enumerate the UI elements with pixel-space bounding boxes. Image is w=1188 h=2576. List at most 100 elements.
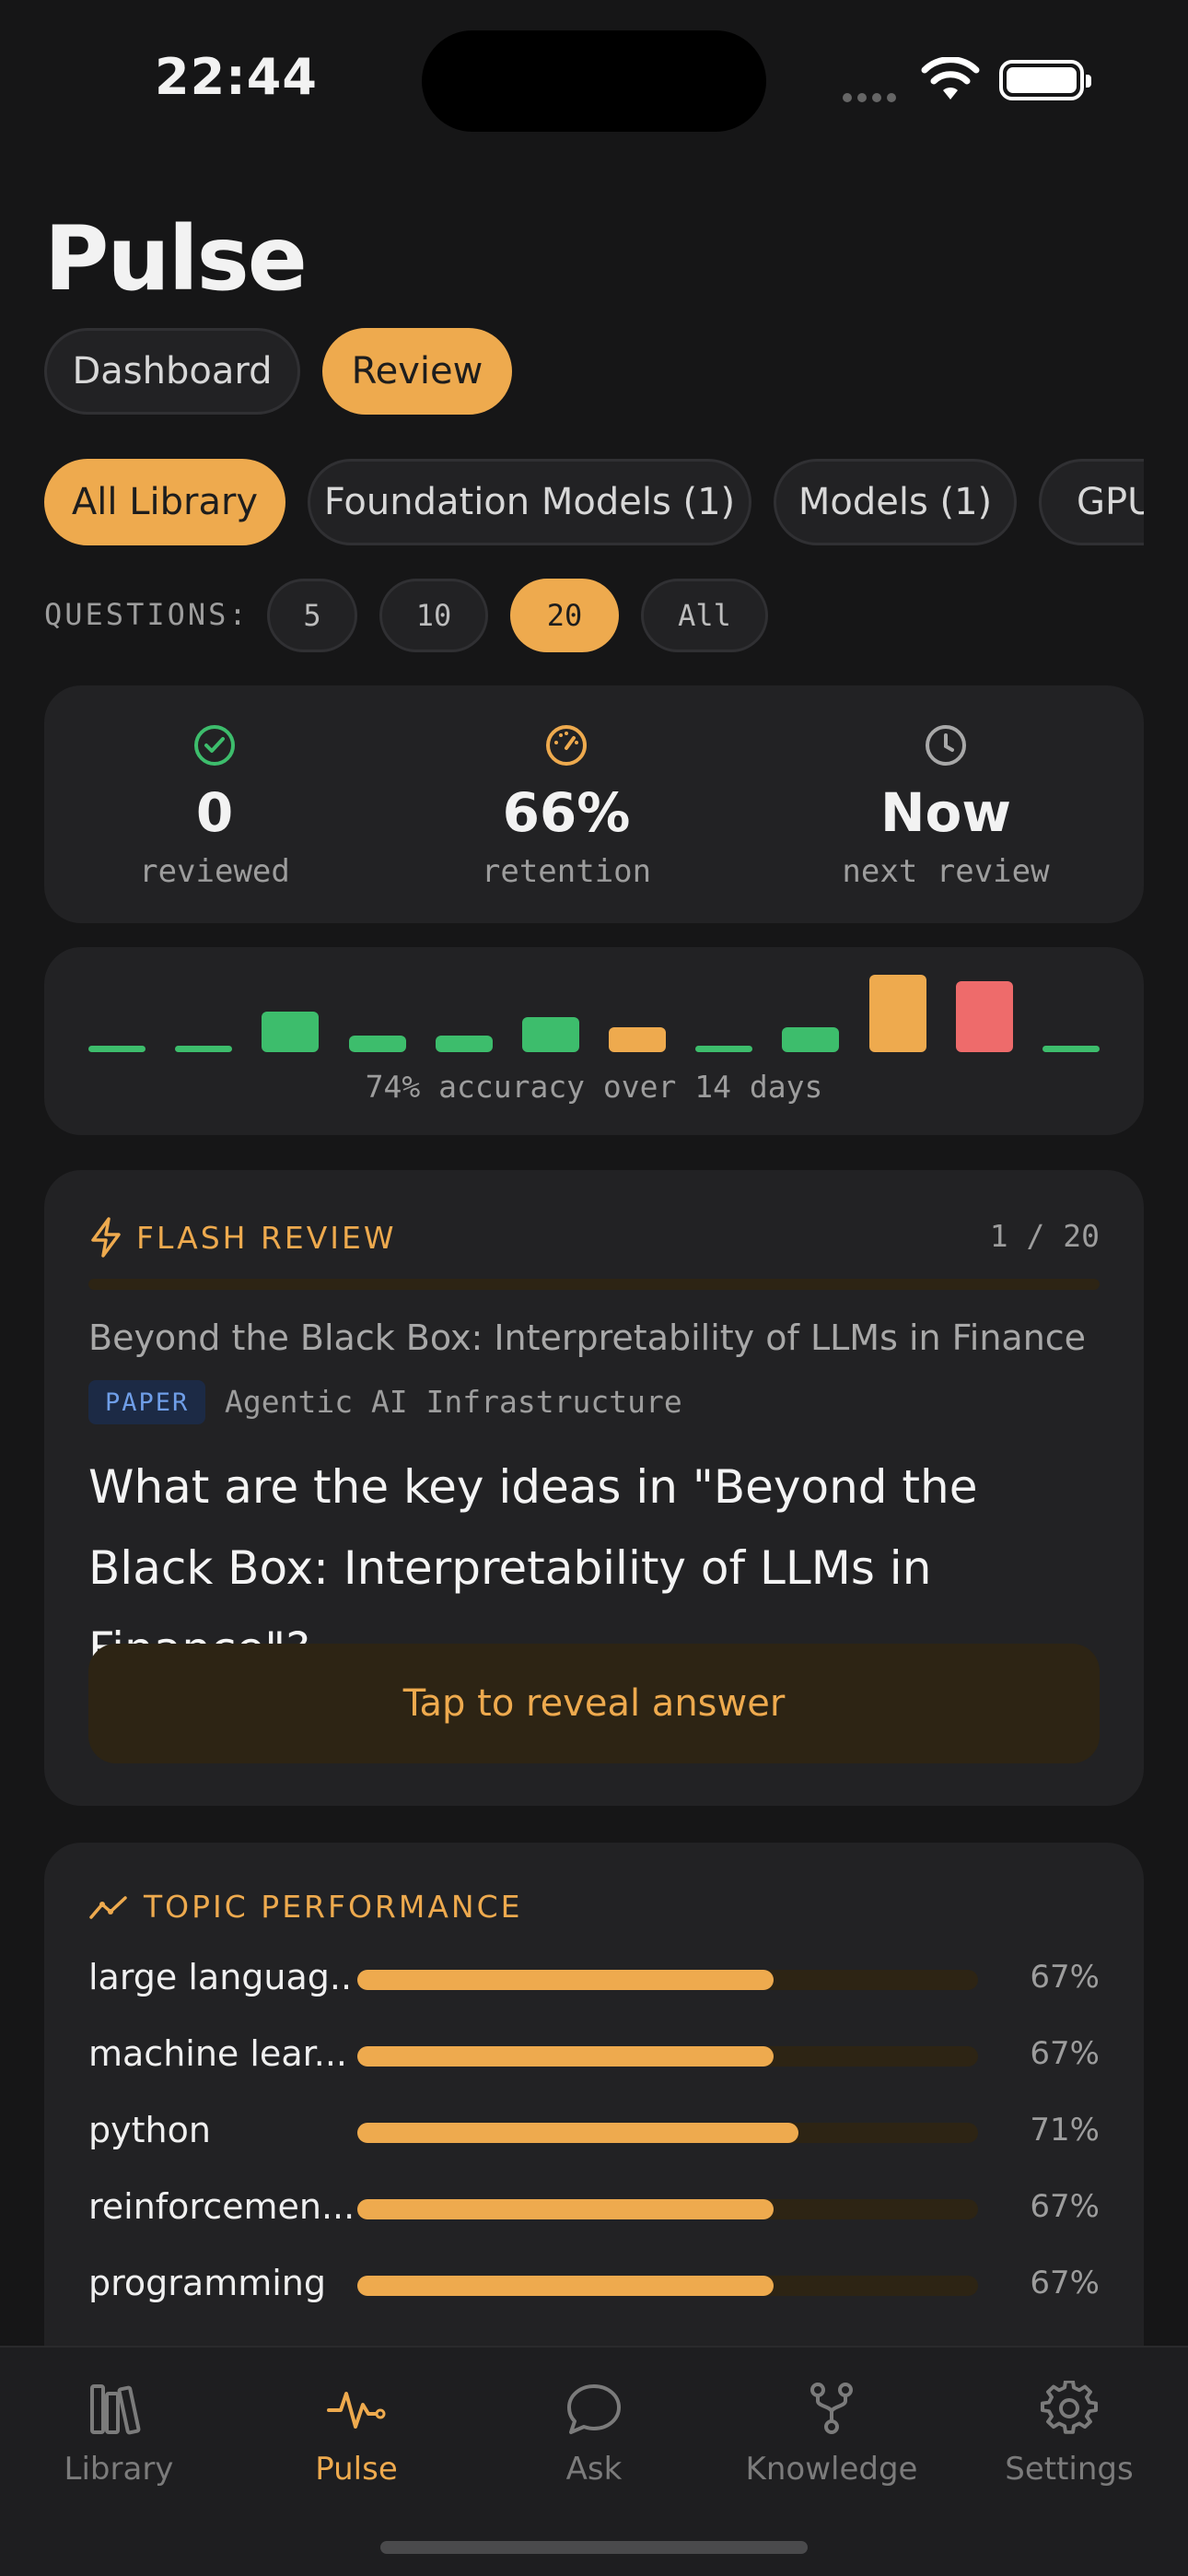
accuracy-bar [349,1036,406,1052]
tab-label: Settings [1005,2451,1134,2488]
review-progress-bar [88,1279,1100,1290]
branch-icon [713,2371,950,2445]
topic-row: python 71% [88,2104,1100,2160]
stat-retention: 66% retention [401,722,732,890]
tab-review[interactable]: Review [322,328,512,415]
accuracy-bar [869,975,926,1052]
topic-bar-fill [357,1970,774,1990]
chat-bubble-icon [475,2371,713,2445]
source-title: Beyond the Black Box: Interpretability o… [88,1317,1087,1358]
tab-settings[interactable]: Settings [950,2371,1188,2488]
flash-review-title: FLASH REVIEW [136,1219,397,1256]
page-title: Pulse [44,207,308,310]
topic-percent: 67% [1030,1959,1100,1996]
tab-dashboard[interactable]: Dashboard [44,328,300,415]
topic-bar-track [357,2123,978,2143]
topic-row: programming 67% [88,2257,1100,2313]
gear-icon [950,2371,1188,2445]
stats-card: 0 reviewed 66% retention Now next review [44,685,1144,923]
topic-percent: 67% [1030,2265,1100,2301]
accuracy-caption: 74% accuracy over 14 days [365,1069,823,1105]
gauge-icon [401,722,732,768]
stat-next-review: Now next review [780,722,1112,890]
filter-gpu[interactable]: GPU [1039,459,1144,545]
topic-name: machine lear... [88,2033,347,2074]
accuracy-bar [522,1017,579,1052]
library-icon [0,2371,238,2445]
review-counter: 1 / 20 [989,1218,1100,1254]
accuracy-bar [609,1027,666,1052]
topic-bar-fill [357,2123,798,2143]
topic-bar-fill [357,2199,774,2219]
topic-bar-track [357,2276,978,2296]
topic-name: large languag... [88,1957,355,1997]
status-bar: 22:44 [0,0,1188,157]
accuracy-bar [436,1036,493,1052]
status-time: 22:44 [155,48,318,106]
check-circle-icon [49,722,380,768]
flash-review-card: FLASH REVIEW 1 / 20 Beyond the Black Box… [44,1170,1144,1806]
accuracy-bar [88,1046,146,1052]
topic-performance-card: TOPIC PERFORMANCE large languag... 67% m… [44,1843,1144,2395]
topic-bar-fill [357,2276,774,2296]
topic-percent: 67% [1030,2188,1100,2225]
topic-percent: 67% [1030,2035,1100,2072]
home-indicator [380,2541,808,2554]
stat-value: Now [880,781,1011,844]
tab-library[interactable]: Library [0,2371,238,2488]
tab-label: Ask [565,2451,623,2488]
topic-bar-track [357,2199,978,2219]
tab-label: Pulse [315,2451,398,2488]
lightning-icon [91,1217,121,1258]
clock-icon [780,722,1112,768]
accuracy-bar [782,1027,839,1052]
stat-label: next review [842,853,1050,890]
stat-reviewed: 0 reviewed [49,722,380,890]
flash-review-header: FLASH REVIEW [88,1216,397,1259]
tab-ask[interactable]: Ask [475,2371,713,2488]
question-count-20[interactable]: 20 [510,579,619,652]
accuracy-bar [695,1046,752,1052]
filter-foundation-models[interactable]: Foundation Models (1) [308,459,751,545]
source-type-badge: PAPER [88,1380,206,1424]
reveal-answer-button[interactable]: Tap to reveal answer [88,1644,1100,1763]
accuracy-bar [1042,1046,1100,1052]
stat-label: reviewed [139,853,290,890]
accuracy-bar [956,981,1013,1052]
questions-label: QUESTIONS: [44,597,250,632]
filter-all-library[interactable]: All Library [44,459,285,545]
topic-row: machine lear... 67% [88,2028,1100,2083]
wifi-icon [921,57,980,100]
filter-models[interactable]: Models (1) [774,459,1017,545]
topic-performance-header: TOPIC PERFORMANCE [88,1889,523,1925]
tab-knowledge[interactable]: Knowledge [713,2371,950,2488]
topic-bar-track [357,2046,978,2067]
pulse-icon [238,2371,475,2445]
topic-row: reinforcemen... 67% [88,2181,1100,2236]
topic-row: large languag... 67% [88,1951,1100,2007]
topic-performance-title: TOPIC PERFORMANCE [144,1889,523,1925]
topic-name: reinforcemen... [88,2186,355,2227]
collection-name: Agentic AI Infrastructure [225,1384,682,1420]
stat-value: 66% [502,781,631,844]
accuracy-chart-card: 74% accuracy over 14 days [44,947,1144,1135]
question-count-all[interactable]: All [641,579,768,652]
accuracy-bar [175,1046,232,1052]
topic-percent: 71% [1030,2112,1100,2149]
library-filter-row[interactable]: All Library Foundation Models (1) Models… [0,459,1144,545]
tab-label: Knowledge [745,2451,918,2488]
battery-icon [999,60,1091,100]
topic-bar-track [357,1970,978,1990]
cellular-signal-icon [843,88,902,106]
question-count-10[interactable]: 10 [379,579,488,652]
accuracy-bar [262,1012,319,1052]
question-count-5[interactable]: 5 [267,579,357,652]
dynamic-island [422,30,766,132]
tab-pulse[interactable]: Pulse [238,2371,475,2488]
trend-line-icon [89,1895,127,1919]
tab-label: Library [64,2451,174,2488]
topic-name: python [88,2110,211,2150]
stat-value: 0 [195,781,234,844]
topic-bar-fill [357,2046,774,2067]
stat-label: retention [481,853,652,890]
